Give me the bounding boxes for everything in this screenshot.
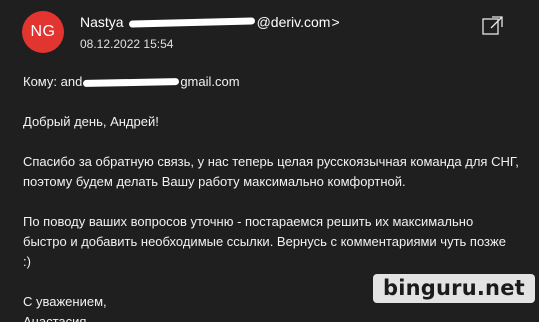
recipient-label: Кому: and [23,74,83,89]
body-line: Спасибо за обратную связь, у нас теперь … [23,154,519,169]
sent-date: 08.12.2022 15:54 [80,37,174,51]
redaction-mark [83,77,180,87]
greeting: Добрый день, Андрей! [23,114,159,129]
body-line: поэтому будем делать Вашу работу максима… [23,174,406,189]
sender-domain: @deriv.com [256,14,331,30]
sender-address[interactable]: Nastya @deriv.com > [80,12,340,32]
recipient-domain: gmail.com [180,74,240,89]
chevron-right-icon: > [331,14,340,30]
body-line: быстро и добавить необходимые ссылки. Ве… [23,234,506,249]
body-line: :) [23,254,31,269]
sender-avatar[interactable]: NG [22,11,64,53]
open-in-new-window-icon[interactable] [482,15,504,35]
body-line: По поводу ваших вопросов уточню - постар… [23,214,474,229]
redaction-mark [128,16,255,28]
watermark: binguru.net [373,274,535,303]
signature: Анастасия [23,314,87,322]
sender-name: Nastya [80,14,124,30]
recipient-line: Кому: and gmail.com [23,72,533,92]
